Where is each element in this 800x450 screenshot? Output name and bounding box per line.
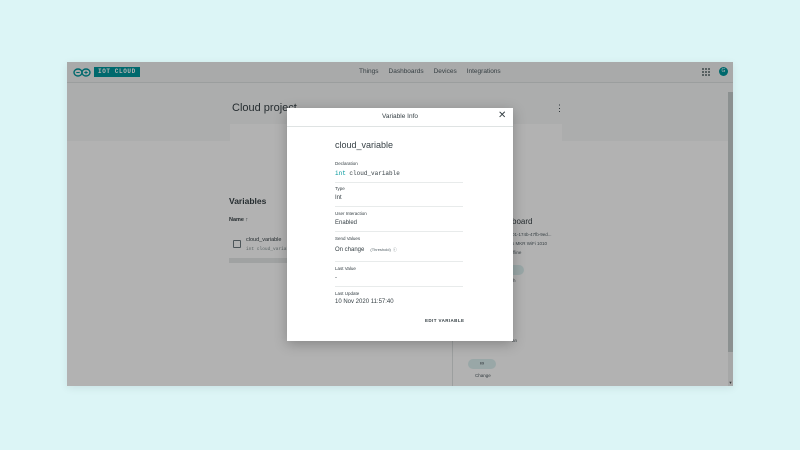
user-interaction-value: Enabled bbox=[335, 220, 358, 226]
last-update-value: 10 Nov 2020 11:57:40 bbox=[335, 299, 394, 305]
type-value: Int bbox=[335, 195, 342, 201]
send-values-text: On change bbox=[335, 247, 365, 253]
field-divider bbox=[335, 206, 463, 207]
last-value-value: - bbox=[335, 275, 337, 281]
variable-info-dialog: Variable Info ✕ cloud_variable Declarati… bbox=[287, 108, 513, 341]
dialog-title: Variable Info bbox=[381, 113, 418, 120]
declaration-name: cloud_variable bbox=[349, 170, 400, 177]
field-divider bbox=[335, 231, 463, 232]
variable-name-heading: cloud_variable bbox=[335, 140, 394, 150]
threshold-label: (Threshold) bbox=[370, 247, 391, 252]
declaration-label: Declaration bbox=[335, 161, 358, 166]
field-divider bbox=[335, 286, 463, 287]
send-values-label: Send Values bbox=[335, 236, 361, 241]
type-label: Type bbox=[335, 186, 345, 191]
last-update-label: Last Update bbox=[335, 291, 360, 296]
edit-variable-button[interactable]: EDIT VARIABLE bbox=[425, 318, 464, 323]
field-divider bbox=[335, 261, 463, 262]
close-icon[interactable]: ✕ bbox=[498, 111, 506, 121]
declaration-keyword: int bbox=[335, 170, 346, 177]
declaration-value: int cloud_variable bbox=[335, 170, 400, 177]
user-interaction-label: User Interaction bbox=[335, 211, 367, 216]
send-values-value: On change (Threshold) ⓘ bbox=[335, 247, 397, 253]
dialog-header: Variable Info ✕ bbox=[287, 108, 513, 127]
field-divider bbox=[335, 182, 463, 183]
last-value-label: Last Value bbox=[335, 266, 356, 271]
info-icon[interactable]: ⓘ bbox=[393, 247, 397, 252]
